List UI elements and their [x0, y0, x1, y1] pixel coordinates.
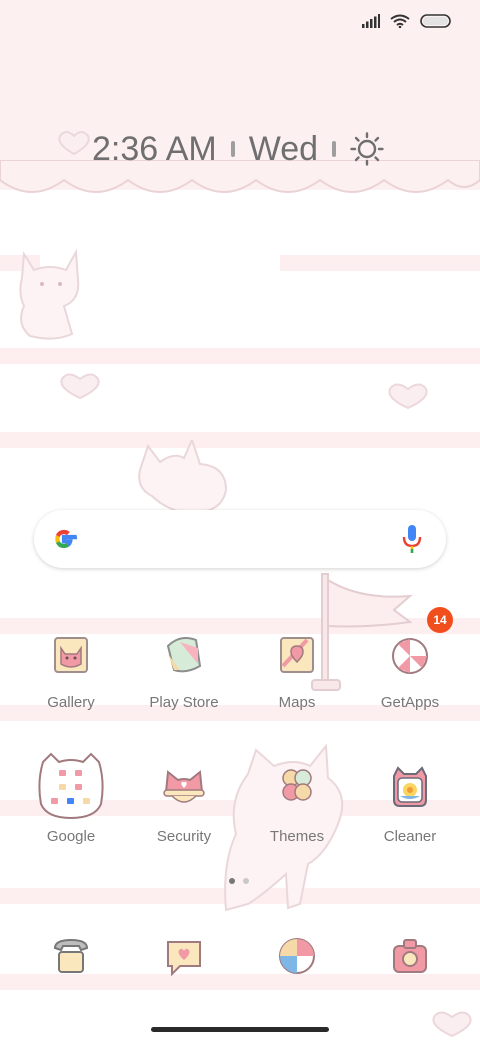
app-security[interactable]: Security [124, 750, 244, 850]
app-label: Maps [278, 694, 316, 711]
themes-icon [282, 769, 312, 801]
wallpaper-stripe [0, 348, 480, 364]
heart-icon [60, 373, 100, 400]
dock-phone[interactable] [11, 932, 131, 982]
clock-separator [230, 141, 235, 157]
dock-messages[interactable] [124, 932, 244, 982]
app-label: Security [156, 828, 212, 845]
app-themes[interactable]: Themes [237, 750, 357, 850]
google-folder-icon [38, 752, 104, 820]
app-label: GetApps [380, 694, 440, 711]
notification-badge: 14 [427, 607, 453, 633]
play-store-icon [166, 637, 202, 673]
app-label: Themes [269, 828, 325, 845]
google-search-bar[interactable] [34, 510, 446, 568]
page-dot [243, 878, 249, 884]
page-indicator [229, 878, 249, 884]
wifi-icon [390, 14, 410, 28]
google-g-icon[interactable] [50, 525, 78, 553]
heart-icon [58, 131, 90, 156]
heart-icon [432, 1011, 472, 1038]
app-gallery[interactable]: Gallery [11, 630, 131, 720]
app-label: Google [46, 828, 96, 845]
cellular-signal-icon [362, 14, 380, 28]
app-play-store[interactable]: Play Store [124, 630, 244, 720]
browser-icon [279, 938, 315, 974]
messages-icon [167, 941, 201, 977]
status-bar [362, 10, 452, 32]
page-dot-active [229, 878, 235, 884]
app-getapps[interactable]: GetApps [350, 630, 470, 720]
app-label: Gallery [47, 694, 95, 711]
clock-day[interactable]: Wed [249, 130, 318, 169]
phone-icon [53, 938, 89, 973]
app-cleaner[interactable]: Cleaner [350, 750, 470, 850]
gallery-icon [54, 637, 88, 673]
security-icon [163, 770, 205, 803]
cleaner-icon [393, 766, 427, 807]
app-google-folder[interactable]: Google [11, 750, 131, 850]
camera-icon [393, 939, 427, 973]
maps-icon [280, 637, 314, 673]
cat-illustration-icon [19, 248, 80, 340]
heart-icon [388, 383, 428, 410]
wallpaper-stripe [280, 255, 480, 271]
dock-browser[interactable] [237, 932, 357, 982]
dock-camera[interactable] [350, 932, 470, 982]
microphone-icon[interactable] [400, 524, 424, 554]
getapps-icon [392, 638, 428, 674]
clock-separator [332, 141, 337, 157]
clock-time[interactable]: 2:36 AM [92, 130, 217, 169]
clock-widget[interactable]: 2:36 AM Wed [92, 126, 384, 172]
home-indicator[interactable] [151, 1027, 329, 1032]
app-label: Play Store [149, 694, 219, 711]
battery-icon [420, 14, 451, 28]
app-maps[interactable]: Maps [237, 630, 357, 720]
app-label: Cleaner [383, 828, 437, 845]
sun-icon[interactable] [350, 132, 384, 166]
